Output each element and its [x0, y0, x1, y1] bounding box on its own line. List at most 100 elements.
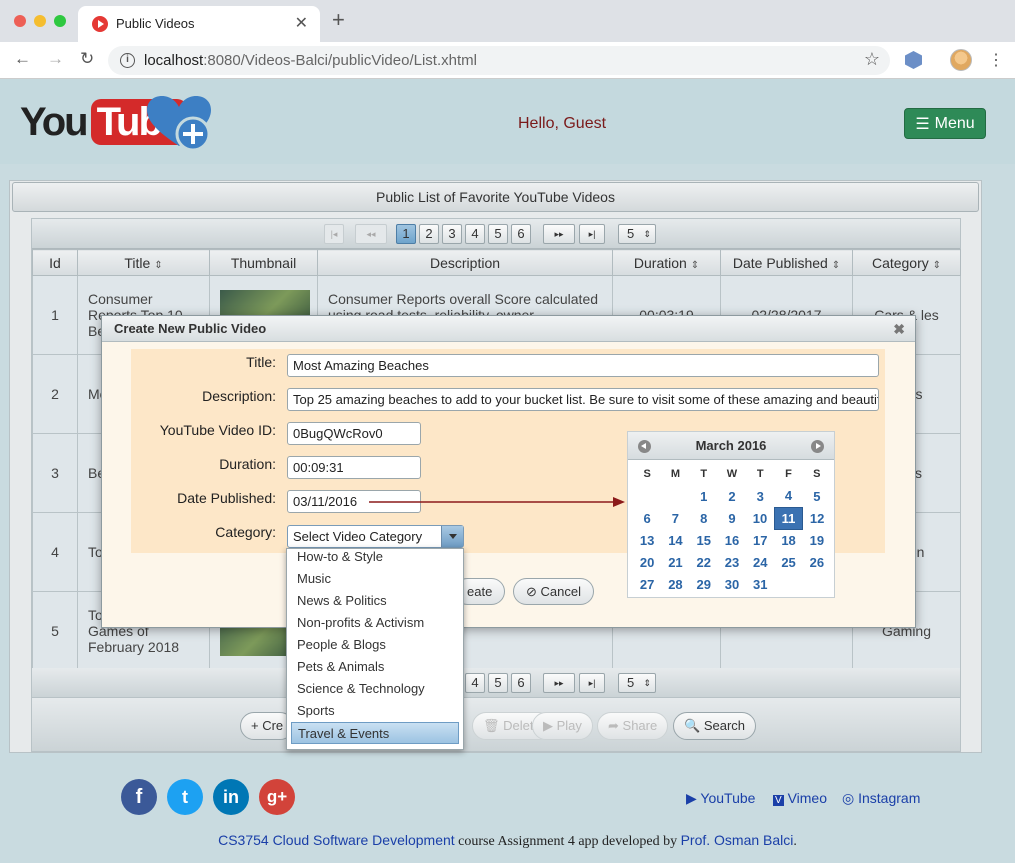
calendar-day[interactable]: 7 — [661, 507, 689, 529]
column-header-title[interactable]: Title ⇕ — [77, 249, 210, 276]
calendar-day[interactable]: 5 — [803, 485, 831, 507]
calendar-day[interactable]: 19 — [803, 529, 831, 551]
prev-page-button[interactable]: ◂◂ — [355, 224, 387, 244]
calendar-day[interactable]: 9 — [718, 507, 746, 529]
close-icon[interactable]: ✖ — [893, 316, 905, 342]
page-button[interactable]: 6 — [511, 224, 531, 244]
page-button[interactable]: 4 — [465, 224, 485, 244]
calendar-day[interactable]: 14 — [661, 529, 689, 551]
back-arrow-icon[interactable]: ← — [14, 50, 31, 68]
video-id-input[interactable]: 0BugQWcRov0 — [287, 422, 421, 445]
calendar-day[interactable]: 2 — [718, 485, 746, 507]
play-button[interactable]: ▶ Play — [532, 712, 593, 740]
calendar-day[interactable]: 21 — [661, 551, 689, 573]
rows-per-page-select[interactable]: 5 ⇕ — [618, 224, 656, 244]
calendar-day[interactable]: 24 — [746, 551, 774, 573]
page-button[interactable]: 2 — [419, 224, 439, 244]
chevron-down-icon[interactable] — [441, 526, 463, 547]
last-page-button[interactable]: ▸| — [579, 673, 605, 693]
reload-icon[interactable]: ↻ — [80, 50, 94, 68]
page-button[interactable]: 5 — [488, 224, 508, 244]
calendar-day[interactable]: 22 — [690, 551, 718, 573]
calendar-day[interactable]: 29 — [690, 573, 718, 595]
next-page-button[interactable]: ▸▸ — [543, 673, 575, 693]
dropdown-option[interactable]: People & Blogs — [287, 634, 463, 656]
dropdown-option[interactable]: Pets & Animals — [287, 656, 463, 678]
next-month-icon[interactable] — [811, 440, 824, 453]
column-header-duration[interactable]: Duration ⇕ — [612, 249, 721, 276]
title-input[interactable]: Most Amazing Beaches — [287, 354, 879, 377]
course-link[interactable]: CS3754 Cloud Software Development — [218, 832, 455, 848]
info-icon[interactable]: i — [120, 53, 135, 68]
calendar-day[interactable]: 26 — [803, 551, 831, 573]
calendar-day[interactable]: 12 — [803, 507, 831, 529]
page-button[interactable]: 6 — [511, 673, 531, 693]
facebook-icon[interactable]: f — [121, 779, 157, 815]
google-plus-icon[interactable]: g+ — [259, 779, 295, 815]
rows-per-page-select[interactable]: 5 ⇕ — [618, 673, 656, 693]
next-page-button[interactable]: ▸▸ — [543, 224, 575, 244]
calendar-day[interactable]: 13 — [633, 529, 661, 551]
browser-menu-icon[interactable]: ⋮ — [988, 50, 1004, 70]
calendar-day[interactable]: 3 — [746, 485, 774, 507]
dropdown-option[interactable]: How-to & Style — [287, 549, 463, 568]
calendar-day[interactable]: 15 — [690, 529, 718, 551]
dropdown-option[interactable]: Science & Technology — [287, 678, 463, 700]
column-header-id[interactable]: Id — [32, 249, 78, 276]
calendar-day[interactable]: 27 — [633, 573, 661, 595]
first-page-button[interactable]: |◂ — [324, 224, 344, 244]
url-field[interactable]: i localhost:8080/Videos-Balci/publicVide… — [108, 46, 890, 75]
dropdown-option[interactable]: Music — [287, 568, 463, 590]
page-button[interactable]: 1 — [396, 224, 416, 244]
calendar-day[interactable]: 28 — [661, 573, 689, 595]
description-input[interactable]: Top 25 amazing beaches to add to your bu… — [287, 388, 879, 411]
linkedin-icon[interactable]: in — [213, 779, 249, 815]
menu-button[interactable]: ☰ Menu — [904, 108, 986, 139]
browser-tab[interactable]: Public Videos ✕ — [78, 6, 320, 42]
calendar-day[interactable]: 10 — [746, 507, 774, 529]
share-button[interactable]: ➦ Share — [597, 712, 669, 740]
page-button[interactable]: 4 — [465, 673, 485, 693]
vimeo-link[interactable]: V Vimeo — [773, 790, 827, 806]
category-select[interactable]: Select Video Category — [287, 525, 464, 548]
profile-avatar[interactable] — [950, 49, 972, 71]
dropdown-option[interactable]: News & Politics — [287, 590, 463, 612]
calendar-day[interactable]: 20 — [633, 551, 661, 573]
page-button[interactable]: 5 — [488, 673, 508, 693]
close-window-dot[interactable] — [14, 15, 26, 27]
tab-close-icon[interactable]: ✕ — [295, 13, 308, 33]
search-button[interactable]: 🔍 Search — [673, 712, 757, 740]
calendar-day[interactable]: 4 — [774, 485, 802, 507]
forward-arrow-icon[interactable]: → — [47, 50, 64, 68]
dropdown-option[interactable]: Sports — [287, 700, 463, 722]
dropdown-option-highlighted[interactable]: Travel & Events — [291, 722, 459, 744]
last-page-button[interactable]: ▸| — [579, 224, 605, 244]
youtube-link[interactable]: ▶ YouTube — [686, 790, 755, 807]
calendar-day[interactable]: 30 — [718, 573, 746, 595]
calendar-day[interactable]: 6 — [633, 507, 661, 529]
twitter-icon[interactable]: t — [167, 779, 203, 815]
cancel-button[interactable]: ⊘ Cancel — [513, 578, 594, 605]
minimize-window-dot[interactable] — [34, 15, 46, 27]
instagram-link[interactable]: ◎ Instagram — [842, 790, 920, 807]
calendar-day[interactable]: 31 — [746, 573, 774, 595]
calendar-day[interactable]: 18 — [774, 529, 802, 551]
calendar-day[interactable]: 17 — [746, 529, 774, 551]
calendar-day[interactable]: 1 — [690, 485, 718, 507]
extension-cube-icon[interactable] — [905, 51, 922, 69]
dropdown-option[interactable]: Non-profits & Activism — [287, 612, 463, 634]
page-button[interactable]: 3 — [442, 224, 462, 244]
prev-month-icon[interactable] — [638, 440, 651, 453]
column-header-category[interactable]: Category ⇕ — [852, 249, 961, 276]
calendar-day[interactable]: 8 — [690, 507, 718, 529]
calendar-day[interactable]: 16 — [718, 529, 746, 551]
new-tab-icon[interactable]: + — [332, 9, 345, 31]
duration-input[interactable]: 00:09:31 — [287, 456, 421, 479]
calendar-day[interactable]: 23 — [718, 551, 746, 573]
calendar-day-selected[interactable]: 11 — [773, 506, 804, 530]
column-header-date[interactable]: Date Published ⇕ — [720, 249, 853, 276]
bookmark-star-icon[interactable]: ☆ — [864, 49, 880, 70]
maximize-window-dot[interactable] — [54, 15, 66, 27]
calendar-day[interactable]: 25 — [774, 551, 802, 573]
author-link[interactable]: Prof. Osman Balci — [681, 832, 794, 848]
